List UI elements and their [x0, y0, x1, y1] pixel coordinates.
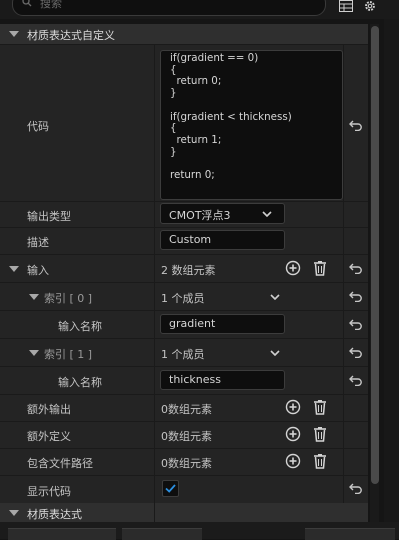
output-type-dropdown[interactable]: CMOT浮点3 [160, 203, 285, 224]
reset-arrow-icon[interactable] [349, 374, 363, 386]
row-label: 输入名称 [58, 376, 102, 389]
expand-arrow-icon[interactable] [9, 266, 19, 272]
right-edge-strip [384, 0, 399, 522]
reset-arrow-icon[interactable] [349, 262, 363, 274]
array-count: 0数组元素 [161, 403, 212, 416]
trash-icon[interactable] [312, 399, 328, 415]
category-material-expression[interactable]: 材质表达式 [0, 503, 368, 523]
row-label: 额外输出 [27, 403, 71, 416]
row-label: 索引 [ 0 ] [44, 292, 93, 305]
reset-arrow-icon[interactable] [349, 346, 363, 358]
array-count: 0数组元素 [161, 430, 212, 443]
expand-arrow-icon[interactable] [29, 294, 39, 300]
description-field[interactable]: Custom [160, 230, 285, 250]
search-placeholder: 搜索 [40, 0, 62, 10]
code-text: if(gradient == 0) { return 0; } if(gradi… [170, 52, 292, 182]
add-element-icon[interactable] [285, 260, 301, 276]
grid-view-icon[interactable] [339, 0, 353, 12]
field-value: thickness [169, 373, 221, 386]
add-element-icon[interactable] [285, 399, 301, 415]
add-element-icon[interactable] [285, 453, 301, 469]
field-value: Custom [169, 233, 212, 246]
row-index-1: 索引 [ 1 ] 1 个成员 [0, 338, 368, 367]
row-label: 索引 [ 1 ] [44, 348, 93, 361]
bottom-tab[interactable] [305, 528, 395, 540]
reset-arrow-icon[interactable] [349, 482, 363, 494]
row-index-0: 索引 [ 0 ] 1 个成员 [0, 282, 368, 311]
search-icon [22, 0, 32, 7]
input-name-field-0[interactable]: gradient [160, 314, 285, 334]
collapse-arrow-icon[interactable] [9, 31, 19, 37]
row-label: 显示代码 [27, 485, 71, 498]
array-count: 0数组元素 [161, 457, 212, 470]
code-editor[interactable]: if(gradient == 0) { return 0; } if(gradi… [160, 50, 343, 200]
row-label: 描述 [27, 236, 49, 249]
chevron-down-icon [262, 211, 272, 217]
reset-arrow-icon[interactable] [349, 290, 363, 302]
bottom-tab[interactable] [8, 528, 116, 540]
chevron-down-icon[interactable] [270, 294, 280, 300]
category-title: 材质表达式 [27, 508, 82, 521]
input-name-field-1[interactable]: thickness [160, 370, 285, 390]
collapse-arrow-icon[interactable] [9, 510, 19, 516]
scrollbar-thumb[interactable] [371, 26, 379, 484]
row-label: 代码 [27, 120, 49, 133]
expand-arrow-icon[interactable] [29, 350, 39, 356]
row-label: 包含文件路径 [27, 457, 93, 470]
chevron-down-icon[interactable] [270, 350, 280, 356]
bottom-tab[interactable] [122, 528, 202, 540]
field-value: gradient [169, 317, 216, 330]
row-label: 输入名称 [58, 320, 102, 333]
row-label: 输出类型 [27, 210, 71, 223]
array-count: 2 数组元素 [161, 264, 216, 277]
trash-icon[interactable] [312, 426, 328, 442]
row-label: 额外定义 [27, 430, 71, 443]
column-divider [154, 44, 155, 522]
row-show-code: 显示代码 [0, 475, 368, 504]
gear-icon[interactable] [362, 0, 378, 13]
checkmark-icon [165, 484, 176, 493]
reset-arrow-icon[interactable] [349, 318, 363, 330]
reset-arrow-icon[interactable] [349, 119, 363, 131]
dropdown-value: CMOT浮点3 [169, 209, 231, 222]
member-count: 1 个成员 [161, 292, 205, 305]
trash-icon[interactable] [312, 260, 328, 276]
category-custom-expression[interactable]: 材质表达式自定义 [0, 24, 368, 44]
show-code-checkbox[interactable] [162, 480, 179, 497]
column-divider [343, 44, 344, 503]
member-count: 1 个成员 [161, 348, 205, 361]
add-element-icon[interactable] [285, 426, 301, 442]
trash-icon[interactable] [312, 453, 328, 469]
category-title: 材质表达式自定义 [27, 29, 115, 42]
row-label: 输入 [27, 264, 49, 277]
